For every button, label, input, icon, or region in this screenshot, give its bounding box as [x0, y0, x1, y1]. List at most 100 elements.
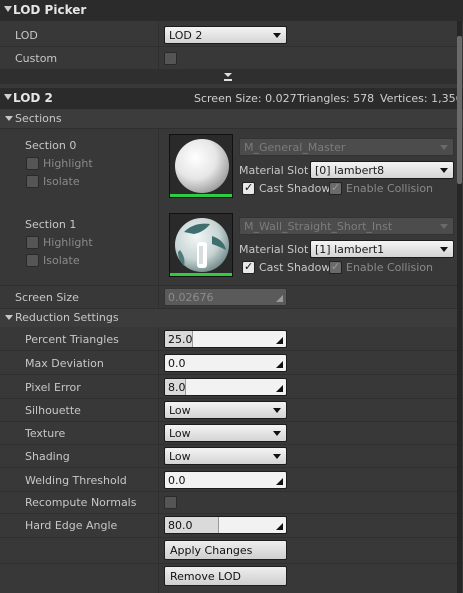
- sections-label: Sections: [15, 112, 62, 125]
- silhouette-dropdown[interactable]: Low: [164, 401, 287, 419]
- chevron-down-icon: [440, 145, 448, 150]
- percent-triangles-value: 25.0: [168, 333, 193, 346]
- section-0-isolate-label: Isolate: [43, 175, 80, 188]
- hard-edge-angle-field[interactable]: 80.0: [164, 516, 287, 534]
- section-1-enable-collision-checkbox[interactable]: [329, 260, 342, 274]
- collapse-arrow-icon: [5, 315, 13, 320]
- chevron-down-icon: [440, 224, 448, 229]
- section-0-material-slot-dropdown[interactable]: [0] lambert8: [310, 161, 454, 179]
- section-0-highlight-checkbox[interactable]: [26, 157, 39, 170]
- lod-picker-title: LOD Picker: [13, 3, 87, 17]
- chevron-down-icon: [273, 408, 281, 413]
- texture-dropdown[interactable]: Low: [164, 424, 287, 442]
- resize-grip-icon: [276, 295, 283, 302]
- texture-label: Texture: [25, 427, 66, 440]
- silhouette-value: Low: [169, 404, 191, 417]
- row-divider: [0, 491, 463, 492]
- lod-label: LOD: [15, 29, 38, 42]
- row-divider: [0, 444, 463, 445]
- lod2-screen-size-info: Screen Size: 0.027: [194, 92, 297, 105]
- lod-dropdown-value: LOD 2: [169, 29, 203, 42]
- silhouette-label: Silhouette: [25, 404, 81, 417]
- reduction-settings-label: Reduction Settings: [15, 311, 119, 324]
- row-divider: [0, 398, 463, 399]
- section-1-cast-shadow-checkbox[interactable]: [242, 260, 255, 274]
- scrollbar-thumb[interactable]: [457, 36, 462, 184]
- section-1-cast-shadow-label: Cast Shadow: [259, 261, 331, 274]
- row-divider: [0, 421, 463, 422]
- shading-label: Shading: [25, 450, 70, 463]
- section-1-isolate-label: Isolate: [43, 254, 80, 267]
- section-0-material-slot-value: [0] lambert8: [315, 164, 385, 177]
- hard-edge-angle-label: Hard Edge Angle: [25, 519, 118, 532]
- expand-down-icon: [224, 73, 232, 81]
- welding-threshold-value: 0.0: [168, 474, 186, 487]
- material-thumbnail[interactable]: [169, 134, 233, 198]
- row-divider: [0, 374, 463, 375]
- material-thumbnail-bar: [170, 273, 232, 276]
- screen-size-value: 0.02676: [168, 291, 214, 304]
- lod-dropdown[interactable]: LOD 2: [164, 26, 287, 44]
- collapse-arrow-icon: [4, 6, 12, 12]
- screen-size-field[interactable]: 0.02676: [164, 288, 287, 306]
- percent-triangles-field[interactable]: 25.0: [164, 330, 287, 348]
- section-1-highlight-checkbox[interactable]: [26, 236, 39, 249]
- max-deviation-field[interactable]: 0.0: [164, 354, 287, 372]
- reduction-settings-header[interactable]: Reduction Settings: [0, 309, 463, 327]
- material-thumbnail[interactable]: [169, 213, 233, 277]
- lod2-vertices-info: Vertices: 1,356: [380, 92, 463, 105]
- resize-grip-icon: [276, 361, 283, 368]
- percent-triangles-label: Percent Triangles: [25, 333, 119, 346]
- column-divider: [158, 327, 159, 593]
- resize-grip-icon: [276, 478, 283, 485]
- lod-picker-header[interactable]: LOD Picker: [0, 0, 463, 21]
- section-1-material-value: M_Wall_Straight_Short_Inst: [244, 220, 393, 233]
- section-0-enable-collision-checkbox[interactable]: [329, 181, 342, 195]
- section-1-material-slot-dropdown[interactable]: [1] lambert1: [310, 240, 454, 258]
- column-divider: [158, 21, 159, 69]
- pixel-error-field[interactable]: 8.0: [164, 378, 287, 396]
- row-divider: [0, 537, 463, 538]
- section-1-isolate-checkbox[interactable]: [26, 254, 39, 267]
- section-0-material-value: M_General_Master: [244, 141, 346, 154]
- resize-grip-icon: [276, 523, 283, 530]
- material-sphere-icon: [170, 214, 232, 276]
- lod2-triangles-info: Triangles: 578: [297, 92, 375, 105]
- section-0-enable-collision-label: Enable Collision: [346, 182, 434, 195]
- shading-dropdown[interactable]: Low: [164, 447, 287, 465]
- remove-lod-label: Remove LOD: [170, 570, 242, 583]
- column-divider: [158, 128, 159, 285]
- recompute-normals-checkbox[interactable]: [164, 496, 177, 509]
- remove-lod-button[interactable]: Remove LOD: [164, 566, 287, 586]
- pixel-error-label: Pixel Error: [25, 381, 81, 394]
- chevron-down-icon: [273, 431, 281, 436]
- apply-changes-button[interactable]: Apply Changes: [164, 540, 287, 560]
- max-deviation-label: Max Deviation: [25, 357, 104, 370]
- section-0-isolate-checkbox[interactable]: [26, 175, 39, 188]
- custom-label: Custom: [15, 52, 58, 65]
- section-1-material-slot-label: Material Slot: [239, 243, 309, 256]
- row-divider: [0, 285, 463, 286]
- lod2-title: LOD 2: [13, 91, 53, 105]
- chevron-down-icon: [440, 168, 448, 173]
- section-0-highlight-label: Highlight: [43, 157, 93, 170]
- section-1-material-slot-value: [1] lambert1: [315, 243, 385, 256]
- advanced-expander[interactable]: [0, 70, 463, 84]
- section-1-material-dropdown[interactable]: M_Wall_Straight_Short_Inst: [239, 217, 454, 235]
- material-thumbnail-bar: [170, 194, 232, 197]
- welding-threshold-label: Welding Threshold: [25, 474, 127, 487]
- section-0-cast-shadow-label: Cast Shadow: [259, 182, 331, 195]
- row-divider: [0, 46, 463, 47]
- custom-checkbox[interactable]: [164, 52, 177, 65]
- row-divider: [0, 513, 463, 514]
- resize-grip-icon: [276, 385, 283, 392]
- collapse-arrow-icon: [5, 116, 13, 121]
- section-0-label: Section 0: [25, 139, 77, 152]
- section-0-material-slot-label: Material Slot: [239, 164, 309, 177]
- lod2-header[interactable]: LOD 2 Screen Size: 0.027 Triangles: 578 …: [0, 88, 463, 109]
- section-1-enable-collision-label: Enable Collision: [346, 261, 434, 274]
- sections-header[interactable]: Sections: [0, 110, 463, 128]
- section-0-cast-shadow-checkbox[interactable]: [242, 181, 255, 195]
- welding-threshold-field[interactable]: 0.0: [164, 471, 287, 489]
- section-0-material-dropdown[interactable]: M_General_Master: [239, 138, 454, 156]
